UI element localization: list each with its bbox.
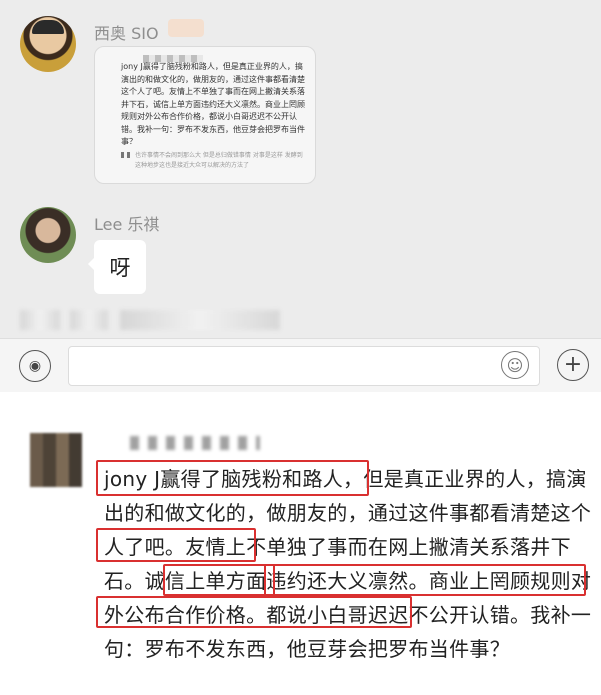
image-message-subtext: 也许事情不会闹到那么大 但是总归做错事情 对事是这样 发酵到这种地步这也是接近大… [135,152,303,169]
plus-icon[interactable]: + [557,349,589,381]
avatar[interactable] [20,207,76,263]
image-message[interactable]: jony J赢得了脑残粉和路人，但是真正业界的人，搞演出的和做文化的，做朋友的，… [94,46,316,184]
blurred-content [70,310,108,330]
sender-badge [168,19,204,37]
avatar[interactable] [20,16,76,72]
blurred-content [20,310,60,330]
image-message-text: jony J赢得了脑残粉和路人，但是真正业界的人，搞演出的和做文化的，做朋友的，… [121,62,305,146]
message-input[interactable] [68,346,540,386]
sender-name: 西奥 SIO [94,24,159,43]
input-bar: ◉ ☺ + [0,338,601,392]
chat-panel: 西奥 SIO jony J赢得了脑残粉和路人，但是真正业界的人，搞演出的和做文化… [0,0,601,392]
blurred-content [120,310,280,330]
sender-name: Lee 乐祺 [94,215,160,234]
text-message-bubble[interactable]: 呀 [88,240,146,294]
blurred-username [130,436,260,450]
comment-text: jony J赢得了脑残粉和路人，但是真正业界的人，搞演出的和做文化的，做朋友的，… [104,467,592,661]
emoji-icon[interactable]: ☺ [501,351,529,379]
avatar [30,433,82,487]
voice-icon[interactable]: ◉ [19,350,51,382]
